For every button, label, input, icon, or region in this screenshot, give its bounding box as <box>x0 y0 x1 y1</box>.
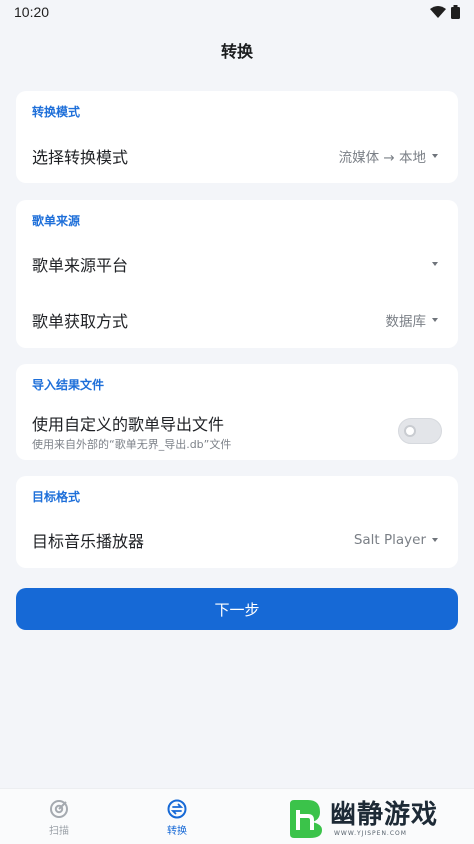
target-card: 目标格式 目标音乐播放器 Salt Player <box>16 476 458 568</box>
battery-icon <box>451 5 460 19</box>
next-step-button[interactable]: 下一步 <box>16 588 458 630</box>
dropdown-caret-icon <box>432 538 438 542</box>
mode-select-row[interactable]: 选择转换模式 流媒体 → 本地 <box>16 134 458 178</box>
dropdown-caret-icon <box>432 154 438 158</box>
source-section-title: 歌单来源 <box>32 214 81 228</box>
dropdown-caret-icon <box>432 262 438 266</box>
import-card: 导入结果文件 使用自定义的歌单导出文件 使用来自外部的“歌单无界_导出.db”文… <box>16 364 458 460</box>
watermark-logo: 幽静游戏 WWW.YJISPEN.COM <box>286 796 466 840</box>
page-title: 转换 <box>220 42 253 61</box>
mode-select-label: 选择转换模式 <box>32 148 129 167</box>
watermark-url: WWW.YJISPEN.COM <box>334 829 407 837</box>
watermark-brand: 幽静游戏 <box>330 799 439 830</box>
source-method-value: 数据库 <box>385 314 427 330</box>
nav-label-convert: 转换 <box>167 826 187 837</box>
import-toggle-subtext: 使用来自外部的“歌单无界_导出.db”文件 <box>32 438 232 451</box>
mode-card: 转换模式 选择转换模式 流媒体 → 本地 <box>16 91 458 183</box>
nav-label-scan: 扫描 <box>49 826 69 837</box>
target-player-label: 目标音乐播放器 <box>32 532 145 551</box>
import-section-title: 导入结果文件 <box>32 378 105 392</box>
nav-item-convert[interactable]: 转换 <box>147 799 207 837</box>
wifi-icon <box>430 6 446 18</box>
target-player-value-wrap[interactable]: Salt Player <box>354 532 438 548</box>
target-player-row[interactable]: 目标音乐播放器 Salt Player <box>16 518 458 562</box>
source-method-label: 歌单获取方式 <box>32 312 129 331</box>
target-section-title: 目标格式 <box>32 490 81 504</box>
source-method-value-wrap[interactable]: 数据库 <box>385 310 438 330</box>
import-toggle-label: 使用自定义的歌单导出文件 <box>32 415 225 434</box>
nav-item-scan[interactable]: 扫描 <box>29 799 89 837</box>
status-time: 10:20 <box>14 4 50 20</box>
mode-section-title: 转换模式 <box>32 105 81 119</box>
watermark-logo-icon <box>290 800 322 838</box>
source-platform-value-wrap[interactable] <box>426 262 438 266</box>
toggle-knob <box>404 425 416 437</box>
mode-select-value-wrap[interactable]: 流媒体 → 本地 <box>339 146 438 166</box>
status-bar: 10:20 <box>0 0 474 24</box>
target-player-value: Salt Player <box>353 532 426 548</box>
page-title-bar: 转换 <box>0 24 474 76</box>
scan-icon <box>50 800 68 818</box>
source-platform-label: 歌单来源平台 <box>32 256 129 275</box>
custom-export-file-toggle[interactable] <box>398 418 442 444</box>
watermark-text: 幽静游戏 WWW.YJISPEN.COM <box>330 800 438 837</box>
dropdown-caret-icon <box>432 318 438 322</box>
convert-icon <box>167 799 187 819</box>
source-method-row[interactable]: 歌单获取方式 数据库 <box>16 298 458 342</box>
status-icons <box>430 5 460 19</box>
source-platform-row[interactable]: 歌单来源平台 <box>16 242 458 286</box>
import-toggle-text: 使用自定义的歌单导出文件 使用来自外部的“歌单无界_导出.db”文件 <box>32 411 231 452</box>
source-card: 歌单来源 歌单来源平台 歌单获取方式 数据库 <box>16 200 458 348</box>
mode-select-value: 流媒体 → 本地 <box>338 150 426 166</box>
